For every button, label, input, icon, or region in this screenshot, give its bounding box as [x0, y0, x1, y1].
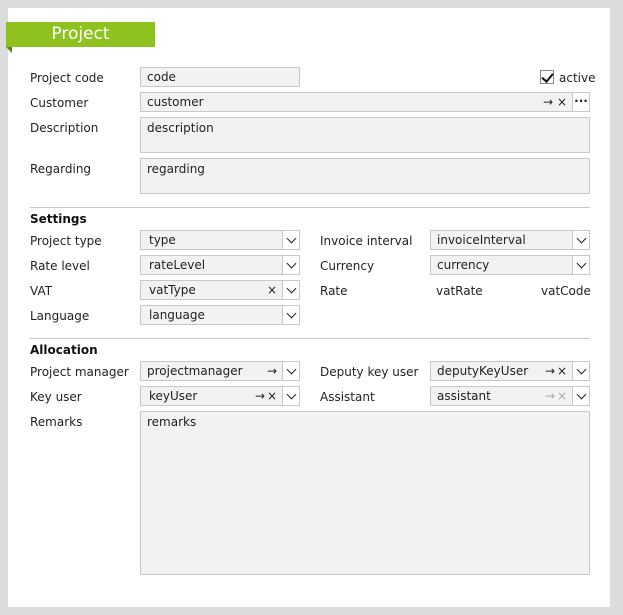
project-manager-dropdown-button[interactable] — [282, 361, 300, 381]
ellipsis-icon: ··· — [574, 94, 588, 108]
key-user-label: Key user — [30, 390, 82, 404]
remarks-textarea[interactable]: remarks — [140, 411, 590, 575]
language-dropdown-button[interactable] — [282, 305, 300, 325]
remarks-value: remarks — [147, 415, 197, 429]
navigate-arrow-icon: → — [544, 389, 555, 403]
currency-value: currency — [437, 258, 490, 272]
clear-icon: × — [556, 389, 567, 403]
assistant-select[interactable]: assistant → × — [430, 386, 590, 406]
allocation-heading: Allocation — [30, 343, 98, 357]
vat-label: VAT — [30, 284, 53, 298]
key-user-dropdown-button[interactable] — [282, 386, 300, 406]
project-code-input[interactable]: code — [140, 67, 300, 87]
description-label: Description — [30, 121, 99, 135]
language-select[interactable]: language — [140, 305, 300, 325]
assistant-value: assistant — [437, 389, 491, 403]
currency-select[interactable]: currency — [430, 255, 590, 275]
chevron-down-icon — [286, 283, 296, 294]
clear-icon[interactable]: × — [557, 93, 567, 111]
project-manager-value: projectmanager — [147, 364, 243, 378]
page-title: Project — [6, 22, 155, 47]
vat-select[interactable]: vatType × — [140, 280, 300, 300]
customer-input[interactable]: customer → × ··· — [140, 92, 590, 112]
checkmark-icon — [541, 70, 554, 83]
deputy-key-user-dropdown-button[interactable] — [572, 361, 590, 381]
assistant-dropdown-button[interactable] — [572, 386, 590, 406]
project-code-label: Project code — [30, 71, 104, 85]
vat-value: vatType — [149, 283, 196, 297]
chevron-down-icon — [286, 233, 296, 244]
vat-rate-value: vatRate — [436, 284, 483, 298]
remarks-label: Remarks — [30, 415, 83, 429]
description-value: description — [147, 121, 214, 135]
project-manager-label: Project manager — [30, 365, 129, 379]
rate-level-label: Rate level — [30, 259, 90, 273]
divider — [30, 338, 590, 339]
language-value: language — [149, 308, 205, 322]
deputy-key-user-label: Deputy key user — [320, 365, 419, 379]
invoice-interval-dropdown-button[interactable] — [572, 230, 590, 250]
invoice-interval-value: invoiceInterval — [437, 233, 526, 247]
chevron-down-icon — [286, 364, 296, 375]
customer-value: customer — [147, 95, 204, 109]
rate-level-value: rateLevel — [149, 258, 206, 272]
regarding-textarea[interactable]: regarding — [140, 158, 590, 194]
rate-level-select[interactable]: rateLevel — [140, 255, 300, 275]
chevron-down-icon — [286, 389, 296, 400]
navigate-arrow-icon[interactable]: → — [255, 387, 265, 405]
clear-icon[interactable]: × — [557, 362, 567, 380]
vat-code-value: vatCode — [541, 284, 591, 298]
project-type-label: Project type — [30, 234, 102, 248]
chevron-down-icon — [286, 308, 296, 319]
banner-fold-decoration — [6, 47, 12, 53]
deputy-key-user-select[interactable]: deputyKeyUser → × — [430, 361, 590, 381]
deputy-key-user-value: deputyKeyUser — [437, 364, 529, 378]
rate-level-dropdown-button[interactable] — [282, 255, 300, 275]
rate-label: Rate — [320, 284, 348, 298]
navigate-arrow-icon[interactable]: → — [543, 93, 553, 111]
regarding-value: regarding — [147, 162, 205, 176]
invoice-interval-label: Invoice interval — [320, 234, 413, 248]
description-textarea[interactable]: description — [140, 117, 590, 153]
project-type-select[interactable]: type — [140, 230, 300, 250]
customer-label: Customer — [30, 96, 89, 110]
active-label: active — [559, 71, 596, 85]
project-type-value: type — [149, 233, 176, 247]
settings-heading: Settings — [30, 212, 87, 226]
vat-dropdown-button[interactable] — [282, 280, 300, 300]
navigate-arrow-icon[interactable]: → — [267, 362, 277, 380]
chevron-down-icon — [576, 389, 586, 400]
key-user-value: keyUser — [149, 389, 198, 403]
key-user-select[interactable]: keyUser → × — [140, 386, 300, 406]
clear-icon[interactable]: × — [267, 281, 277, 299]
divider — [30, 207, 590, 208]
invoice-interval-select[interactable]: invoiceInterval — [430, 230, 590, 250]
regarding-label: Regarding — [30, 162, 92, 176]
chevron-down-icon — [576, 233, 586, 244]
clear-icon[interactable]: × — [267, 387, 277, 405]
project-type-dropdown-button[interactable] — [282, 230, 300, 250]
project-manager-select[interactable]: projectmanager → — [140, 361, 300, 381]
project-code-value: code — [147, 70, 176, 84]
currency-label: Currency — [320, 259, 375, 273]
chevron-down-icon — [286, 258, 296, 269]
currency-dropdown-button[interactable] — [572, 255, 590, 275]
chevron-down-icon — [576, 364, 586, 375]
assistant-label: Assistant — [320, 390, 375, 404]
more-options-button[interactable]: ··· — [572, 92, 590, 112]
navigate-arrow-icon[interactable]: → — [545, 362, 555, 380]
language-label: Language — [30, 309, 90, 323]
active-checkbox[interactable] — [540, 70, 554, 84]
chevron-down-icon — [576, 258, 586, 269]
